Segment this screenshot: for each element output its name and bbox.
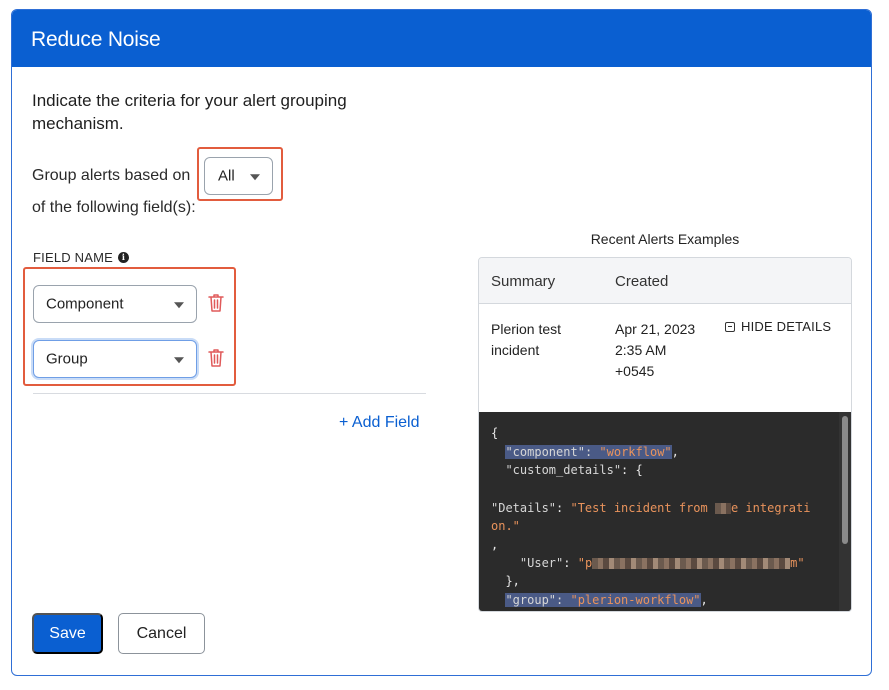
divider bbox=[33, 393, 426, 394]
code-line: "User": "p m" bbox=[519, 556, 805, 570]
group-alerts-label: Group alerts based on bbox=[32, 167, 191, 184]
code-line: { bbox=[491, 426, 499, 440]
info-icon[interactable]: i bbox=[118, 252, 130, 263]
code-line: "Details": "Test incident from e integra… bbox=[491, 501, 811, 515]
alert-created: Apr 21, 2023 2:35 AM +0545 bbox=[615, 321, 696, 379]
hide-details-label: HIDE DETAILS bbox=[741, 319, 832, 334]
column-summary: Summary bbox=[491, 273, 556, 290]
add-field-link[interactable]: + Add Field bbox=[339, 414, 420, 432]
code-line: "custom_details": { bbox=[505, 463, 643, 477]
hide-details-button[interactable]: HIDE DETAILS bbox=[725, 319, 831, 334]
recent-alerts-panel: Summary Created Plerion test incident Ap… bbox=[478, 257, 852, 612]
code-line: }, bbox=[505, 574, 520, 588]
code-line: , bbox=[491, 538, 499, 552]
alert-details-json: { "component": "workflow", "custom_detai… bbox=[479, 412, 851, 611]
table-row: Plerion test incident Apr 21, 2023 2:35 … bbox=[479, 305, 851, 412]
grouping-mode-highlight bbox=[197, 147, 283, 201]
modal-title: Reduce Noise bbox=[31, 28, 161, 51]
intro-text: Indicate the criteria for your alert gro… bbox=[32, 91, 347, 133]
table-header: Summary Created bbox=[479, 258, 851, 304]
field-name-header-text: FIELD NAME bbox=[33, 250, 114, 265]
code-line: on." bbox=[491, 519, 520, 533]
fields-highlight bbox=[23, 267, 236, 386]
recent-alerts-title: Recent Alerts Examples bbox=[590, 231, 740, 247]
scrollbar-thumb[interactable] bbox=[842, 416, 848, 544]
column-created: Created bbox=[615, 273, 669, 290]
reduce-noise-modal: Reduce Noise Indicate the criteria for y… bbox=[11, 9, 872, 676]
code-line: "group": "plerion-workflow", bbox=[505, 593, 708, 607]
field-name-header: FIELD NAME i bbox=[33, 250, 130, 265]
modal-header: Reduce Noise bbox=[12, 10, 871, 67]
alert-summary: Plerion test incident bbox=[491, 321, 562, 358]
following-fields-label: of the following field(s): bbox=[32, 199, 196, 216]
save-button[interactable]: Save bbox=[32, 613, 103, 654]
code-line: "component": "workflow", bbox=[505, 445, 679, 459]
collapse-icon bbox=[725, 321, 735, 332]
cancel-button[interactable]: Cancel bbox=[118, 613, 205, 654]
